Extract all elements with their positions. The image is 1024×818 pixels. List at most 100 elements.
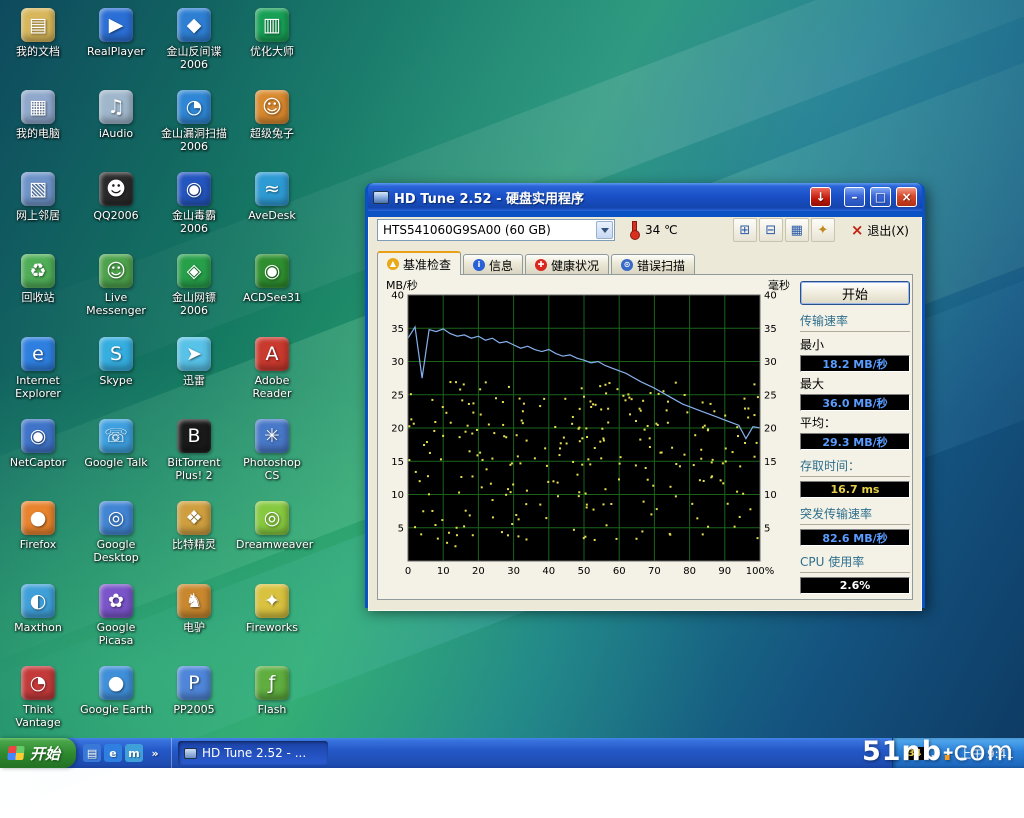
tab-error-scan[interactable]: ⊙错误扫描 (611, 254, 695, 275)
desktop-icon-network-places[interactable]: ▧ 网上邻居 (2, 172, 74, 222)
desktop-icon-label: 网上邻居 (2, 209, 74, 222)
skype-icon: S (99, 337, 133, 371)
hdtune-app-icon (373, 191, 389, 204)
results-column: 开始 传输速率最小18.2 MB/秒最大36.0 MB/秒平均：29.3 MB/… (800, 281, 910, 597)
desktop-icon-adobe-reader[interactable]: AAdobe Reader (236, 337, 308, 400)
start-button[interactable]: 开始 (0, 738, 76, 768)
desktop-icon-kingsoft-duba-2006[interactable]: ◉金山毒霸 2006 (158, 172, 230, 235)
benchmark-chart-svg: MB/秒毫秒5510101515202025253030353540400102… (382, 279, 794, 581)
desktop-icon-netcaptor[interactable]: ◉NetCaptor (2, 419, 74, 469)
desktop-icon-firefox[interactable]: ●Firefox (2, 501, 74, 551)
flash-icon: ƒ (255, 666, 289, 700)
quicklaunch-chevron[interactable]: » (146, 744, 164, 762)
adobe-reader-icon: A (255, 337, 289, 371)
tab-label: 信息 (489, 257, 513, 274)
desktop-icon-live-messenger[interactable]: ☺Live Messenger (80, 254, 152, 317)
desktop-icon-recycle-bin[interactable]: ♻回收站 (2, 254, 74, 304)
desktop-icon-label: 金山反间谍 2006 (158, 45, 230, 71)
save-button[interactable]: ▦ (785, 218, 809, 242)
desktop-icon-skype[interactable]: SSkype (80, 337, 152, 387)
stat-value: 82.6 MB/秒 (800, 529, 910, 546)
desktop-icon-think-vantage[interactable]: ◔ Think Vantage (2, 666, 74, 729)
stat-label: 最小 (800, 336, 910, 353)
options-button[interactable]: ✦ (811, 218, 835, 242)
desktop-icon-fireworks[interactable]: ✦Fireworks (236, 584, 308, 634)
desktop-icon-maxthon[interactable]: ◐Maxthon (2, 584, 74, 634)
desktop-icon-kingsoft-vulnscan-2006[interactable]: ◔金山漏洞扫描 2006 (158, 90, 230, 153)
desktop-icon-my-computer[interactable]: ▦我的电脑 (2, 90, 74, 140)
desktop-icon-label: Google Earth (80, 703, 152, 716)
desktop-icon-emule[interactable]: ♞电驴 (158, 584, 230, 634)
desktop-icon-label: 我的电脑 (2, 127, 74, 140)
desktop-icon-youhua-dashi[interactable]: ▥优化大师 (236, 8, 308, 58)
tab-health[interactable]: ✚健康状况 (525, 254, 609, 275)
start-label: 开始 (30, 743, 60, 764)
info-icon: i (473, 259, 485, 271)
desktop-icon-kingsoft-antispy-2006[interactable]: ◆金山反间谍 2006 (158, 8, 230, 71)
minimize-button[interactable]: – (844, 187, 865, 207)
window-body: HTS541060G9SA00 (60 GB) 34 ℃ ⊞⊟▦✦ × 退出(X… (368, 217, 922, 611)
desktop-icon-xunlei[interactable]: ➤迅雷 (158, 337, 230, 387)
desktop-icon-photoshop-cs[interactable]: ✳Photoshop CS (236, 419, 308, 482)
desktop-icon-label: QQ2006 (80, 209, 152, 222)
tab-benchmark[interactable]: ▲基准检查 (377, 251, 461, 275)
maximize-button[interactable]: □ (870, 187, 891, 207)
desktop-icon-pp2005[interactable]: PPP2005 (158, 666, 230, 716)
desktop-icon-realplayer[interactable]: ▶RealPlayer (80, 8, 152, 58)
google-talk-icon: ☏ (99, 419, 133, 453)
desktop-icon-acdsee31[interactable]: ◉ACDSee31 (236, 254, 308, 304)
desktop-icon-label: Think Vantage (2, 703, 74, 729)
maxthon-quicklaunch[interactable]: m (125, 744, 143, 762)
think-vantage-icon: ◔ (21, 666, 55, 700)
exit-button[interactable]: × 退出(X) (851, 222, 909, 239)
svg-text:30: 30 (391, 357, 404, 368)
desktop-icon-google-desktop[interactable]: ◎Google Desktop (80, 501, 152, 564)
desktop-icon-label: BitTorrent Plus! 2 (158, 456, 230, 482)
show-desktop[interactable]: ▤ (83, 744, 101, 762)
drive-select[interactable]: HTS541060G9SA00 (60 GB) (377, 219, 615, 241)
titlebar[interactable]: HD Tune 2.52 - 硬盘实用程序 ↓ – □ × (368, 183, 922, 211)
copy-image-button[interactable]: ⊞ (733, 218, 757, 242)
tab-label: 基准检查 (403, 256, 451, 273)
desktop-icon-flash[interactable]: ƒFlash (236, 666, 308, 716)
scan-icon: ⊙ (621, 259, 633, 271)
start-benchmark-button[interactable]: 开始 (800, 281, 910, 305)
drive-select-value: HTS541060G9SA00 (60 GB) (383, 223, 551, 237)
task-hdtune[interactable]: HD Tune 2.52 - ... (178, 741, 328, 765)
svg-text:70: 70 (648, 566, 661, 577)
stat-value: 18.2 MB/秒 (800, 355, 910, 372)
hdtune-task-icon (184, 748, 197, 759)
stat-value: 16.7 ms (800, 481, 910, 498)
desktop-icon-kingsoft-netguard-2006[interactable]: ◈金山网镖 2006 (158, 254, 230, 317)
desktop-icon-dreamweaver[interactable]: ◎Dreamweaver (236, 501, 308, 551)
network-places-icon: ▧ (21, 172, 55, 206)
photoshop-cs-icon: ✳ (255, 419, 289, 453)
internet-explorer-quicklaunch[interactable]: e (104, 744, 122, 762)
stat-value: 36.0 MB/秒 (800, 394, 910, 411)
desktop-icon-google-picasa[interactable]: ✿Google Picasa (80, 584, 152, 647)
desktop-icon-iaudio[interactable]: ♫iAudio (80, 90, 152, 140)
stats-group-label: 传输速率 (800, 312, 910, 332)
desktop-icon-bitspirit[interactable]: ❖比特精灵 (158, 501, 230, 551)
desktop-icon-my-documents[interactable]: ▤我的文档 (2, 8, 74, 58)
benchmark-chart: MB/秒毫秒5510101515202025253030353540400102… (382, 279, 794, 587)
desktop-icon-google-earth[interactable]: ●Google Earth (80, 666, 152, 716)
desktop-icon-bittorrent-plus-2[interactable]: BBitTorrent Plus! 2 (158, 419, 230, 482)
fireworks-icon: ✦ (255, 584, 289, 618)
desktop-icon-qq2006[interactable]: ☻QQ2006 (80, 172, 152, 222)
desktop-icon-super-rabbit[interactable]: ☺超级兔子 (236, 90, 308, 140)
exit-x-icon: × (851, 223, 864, 238)
svg-text:40: 40 (542, 566, 555, 577)
desktop-icon-internet-explorer[interactable]: eInternet Explorer (2, 337, 74, 400)
desktop-icon-google-talk[interactable]: ☏Google Talk (80, 419, 152, 469)
desktop-icon-avedesk[interactable]: ≈AveDesk (236, 172, 308, 222)
tab-info[interactable]: i 信息 (463, 254, 523, 275)
svg-text:80: 80 (683, 566, 696, 577)
tray-minimize-button[interactable]: ↓ (810, 187, 831, 207)
svg-text:100%: 100% (746, 566, 775, 577)
close-button[interactable]: × (896, 187, 917, 207)
dropdown-arrow-icon[interactable] (596, 221, 613, 239)
tab-bar: ▲基准检查 i 信息 ✚健康状况⊙错误扫描 (377, 250, 913, 274)
copy-text-button[interactable]: ⊟ (759, 218, 783, 242)
svg-text:0: 0 (405, 566, 411, 577)
